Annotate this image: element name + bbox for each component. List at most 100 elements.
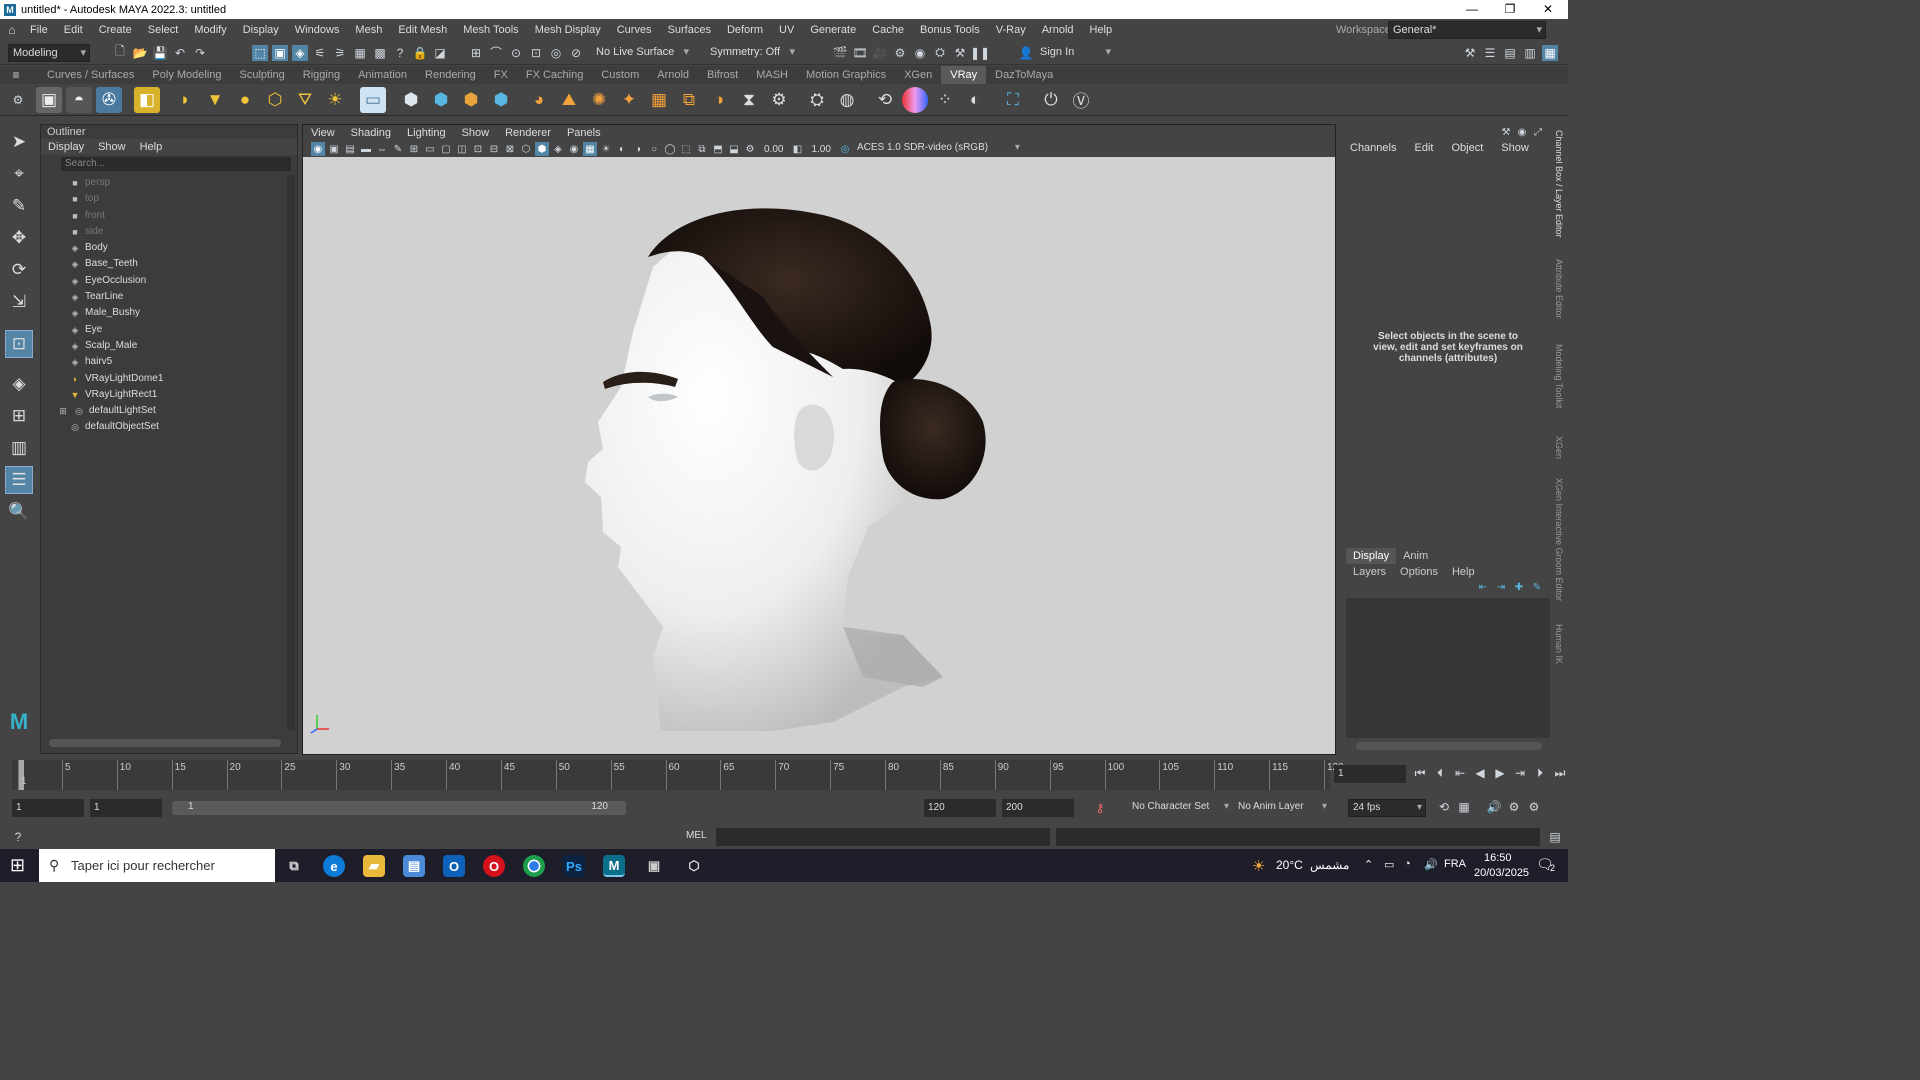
four-view-layout-icon[interactable]: ◈ <box>5 370 33 398</box>
move-tool-icon[interactable]: ✥ <box>5 224 33 252</box>
outliner-search-input[interactable]: Search... <box>61 157 291 171</box>
channel-box-menu-channels[interactable]: Channels <box>1341 138 1405 158</box>
sound-icon[interactable]: 🔊 <box>1486 799 1502 815</box>
sphere-light-icon[interactable]: ● <box>232 87 258 113</box>
3d-app-icon[interactable]: ⬡ <box>683 855 705 877</box>
wireframe-on-shaded-icon[interactable]: ◈ <box>551 142 565 156</box>
character-set-dropdown[interactable]: No Character Set <box>1128 799 1232 817</box>
home-icon[interactable]: ⌂ <box>4 22 20 38</box>
shelf-tab-arnold[interactable]: Arnold <box>648 66 698 84</box>
cache-playback-icon[interactable]: ▦ <box>1456 799 1472 815</box>
gamma-icon[interactable]: ◧ <box>790 142 804 156</box>
auto-key-prefs-icon[interactable]: ⚙ <box>1526 799 1542 815</box>
camera-attributes-icon[interactable]: ▣ <box>327 142 341 156</box>
render-frame-icon[interactable]: 🎞 <box>852 45 868 61</box>
network-icon[interactable]: ▭ <box>1384 858 1394 871</box>
viewport-menu-show[interactable]: Show <box>454 125 498 141</box>
save-scene-icon[interactable]: 💾 <box>152 45 168 61</box>
restore-button[interactable]: ❐ <box>1492 0 1528 18</box>
shelf-tab-fx-caching[interactable]: FX Caching <box>517 66 592 84</box>
vray-cosmos-icon[interactable]: ◐ <box>962 87 988 113</box>
taskbar-search-input[interactable]: ⚲ Taper ici pour rechercher <box>39 849 275 882</box>
render-settings-icon[interactable]: ⚙ <box>892 45 908 61</box>
select-object-icon[interactable]: ▣ <box>272 44 288 61</box>
command-language-label[interactable]: MEL <box>686 830 707 841</box>
expand-panel-icon[interactable]: ⤢ <box>1532 126 1544 138</box>
sun-light-icon[interactable]: ☀ <box>322 87 348 113</box>
viewport-canvas[interactable] <box>303 157 1335 754</box>
shelf-tab-animation[interactable]: Animation <box>349 66 416 84</box>
depth-of-field-icon[interactable]: ◯ <box>663 142 677 156</box>
outliner-hscrollbar[interactable] <box>49 739 281 747</box>
xray-components-icon[interactable]: ⬓ <box>727 142 741 156</box>
current-frame-field[interactable]: 1 <box>1334 765 1406 783</box>
outliner-menu-display[interactable]: Display <box>41 141 91 153</box>
xray-joints-icon[interactable]: ⬒ <box>711 142 725 156</box>
gamma-field[interactable]: 1.00 <box>811 144 830 155</box>
menu-windows[interactable]: Windows <box>287 19 348 41</box>
outliner-item[interactable]: ■ persp <box>41 175 297 191</box>
exposure-icon[interactable]: ⚙ <box>743 142 757 156</box>
new-layer-selected-icon[interactable]: ✎ <box>1530 580 1544 594</box>
bookmark-icon[interactable]: ▤ <box>343 142 357 156</box>
grid-icon[interactable]: ⊞ <box>407 142 421 156</box>
isolate-select-icon[interactable]: ⬚ <box>679 142 693 156</box>
layer-menu-options[interactable]: Options <box>1393 564 1445 580</box>
start-time-field[interactable]: 1 <box>12 799 84 817</box>
wifi-icon[interactable]: ◔ <box>1404 858 1411 870</box>
motion-blur-icon[interactable]: ◑ <box>631 142 645 156</box>
object-properties-icon[interactable]: ⧉ <box>676 87 702 113</box>
material-icon[interactable]: ◕ <box>526 87 552 113</box>
vray-ipr-icon[interactable]: ✇ <box>96 86 122 113</box>
viewport-menu-panels[interactable]: Panels <box>559 125 609 141</box>
store-icon[interactable]: ▤ <box>403 855 425 877</box>
edge-icon[interactable]: e <box>323 855 345 877</box>
outliner-persp-layout-icon[interactable]: ☰ <box>5 466 33 494</box>
menu-edit[interactable]: Edit <box>56 19 91 41</box>
sidetab-channel-box[interactable]: Channel Box / Layer Editor <box>1554 130 1564 238</box>
exposure-field[interactable]: 0.00 <box>764 144 783 155</box>
shelf-tab-sculpting[interactable]: Sculpting <box>231 66 294 84</box>
range-slider-bar[interactable]: 1 120 <box>172 801 626 815</box>
outliner-item[interactable]: ◈ TearLine <box>41 289 297 305</box>
lasso-tool-icon[interactable]: ⌖ <box>5 160 33 188</box>
menu-mesh[interactable]: Mesh <box>347 19 390 41</box>
menu-bonus-tools[interactable]: Bonus Tools <box>912 19 988 41</box>
move-layer-down-icon[interactable]: ⇥ <box>1494 580 1508 594</box>
expand-icon[interactable]: ⊞ <box>57 403 69 419</box>
vray-logo-icon[interactable]: Ⓥ <box>1068 87 1094 113</box>
play-backward-icon[interactable]: ◀ <box>1472 765 1488 781</box>
ipr-render-icon[interactable]: 🎥 <box>872 45 888 61</box>
dome-light-icon[interactable]: ◗ <box>172 87 198 113</box>
shelf-tab-rendering[interactable]: Rendering <box>416 66 485 84</box>
step-forward-frame-icon[interactable]: ⇥ <box>1512 765 1528 781</box>
weather-temp[interactable]: 20°C <box>1276 858 1303 872</box>
workspace-dropdown[interactable]: General* <box>1388 21 1546 39</box>
menu-cache[interactable]: Cache <box>864 19 912 41</box>
pick-mask-3-icon[interactable]: ▦ <box>352 45 368 61</box>
quad-layout-icon[interactable]: ⊞ <box>5 402 33 430</box>
menu-display[interactable]: Display <box>235 19 287 41</box>
select-hierarchy-icon[interactable]: ⬚ <box>252 44 268 61</box>
script-editor-icon[interactable]: ▤ <box>1547 829 1563 845</box>
snap-point-icon[interactable]: ⊙ <box>508 45 524 61</box>
outliner-item[interactable]: ◈ Eye <box>41 322 297 338</box>
move-layer-up-icon[interactable]: ⇤ <box>1476 580 1490 594</box>
shelf-menu-icon[interactable]: ≡ <box>8 67 24 83</box>
menu-arnold[interactable]: Arnold <box>1034 19 1082 41</box>
viewport-menu-lighting[interactable]: Lighting <box>399 125 454 141</box>
textured-icon[interactable]: ◉ <box>567 142 581 156</box>
outliner-item[interactable]: ◈ Body <box>41 240 297 256</box>
vray-vfb-taskbar-icon[interactable]: ▣ <box>643 855 665 877</box>
color-picker-icon[interactable] <box>902 86 928 113</box>
outliner-item[interactable]: ◗ VRayLightDome1 <box>41 371 297 387</box>
layer-menu-help[interactable]: Help <box>1445 564 1482 580</box>
play-forward-icon[interactable]: ▶ <box>1492 765 1508 781</box>
shelf-settings-icon[interactable]: ⚙ <box>10 92 26 108</box>
paint-select-icon[interactable]: ✎ <box>5 192 33 220</box>
outliner-item[interactable]: ◈ Male_Bushy <box>41 305 297 321</box>
fur-icon[interactable]: ✺ <box>586 87 612 113</box>
volume-icon[interactable]: 🔊 <box>1424 858 1438 871</box>
sidetab-modeling-toolkit[interactable]: Modeling Toolkit <box>1554 344 1564 408</box>
show-hidden-icons-icon[interactable]: ⌃ <box>1364 858 1373 871</box>
